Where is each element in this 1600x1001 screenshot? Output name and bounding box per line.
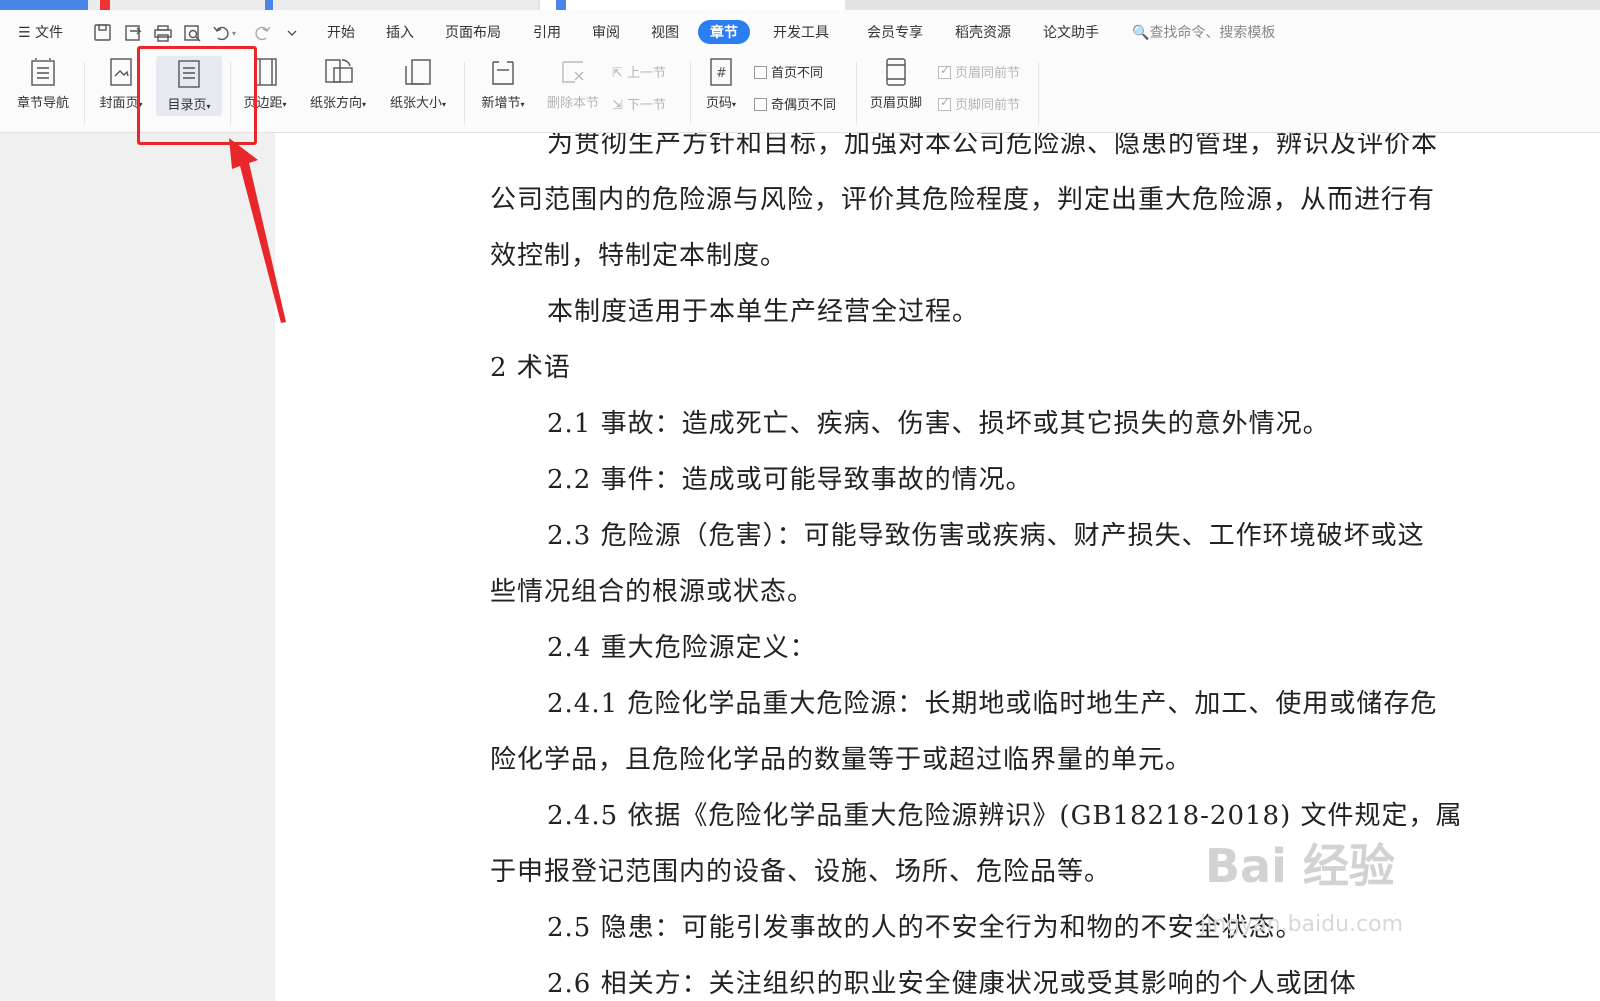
tab-review[interactable]: 审阅: [592, 22, 620, 42]
odd-even-different-checkbox[interactable]: 奇偶页不同: [754, 94, 836, 113]
search-icon: 🔍: [1132, 25, 1150, 41]
tab-docer-resources[interactable]: 稻壳资源: [955, 22, 1011, 42]
paper-size-button[interactable]: 纸张大小▾: [382, 56, 454, 111]
checkbox-icon: [938, 63, 951, 79]
header-footer-icon: [886, 58, 906, 86]
svg-text:#: #: [716, 66, 727, 81]
divider: [690, 62, 691, 124]
annotation-arrow-icon: [229, 138, 286, 323]
tab-view[interactable]: 视图: [651, 22, 679, 42]
divider: [856, 62, 857, 124]
paragraph-line: 2.5 隐患：可能引发事故的人的不安全行为和物的不安全状态。: [547, 913, 1303, 943]
paragraph-line: 2.3 危险源（危害）：可能导致伤害或疾病、财产损失、工作环境破坏或这: [547, 521, 1425, 551]
paragraph-line: 为贯彻生产方针和目标，加强对本公司危险源、隐患的管理，辨识及评价本: [547, 133, 1439, 159]
divider: [1038, 62, 1039, 124]
prev-section-button[interactable]: ⇱ 上一节: [612, 62, 666, 81]
tab-start[interactable]: 开始: [327, 22, 355, 42]
document-page[interactable]: 为贯彻生产方针和目标，加强对本公司危险源、隐患的管理，辨识及评价本 公司范围内的…: [275, 133, 1600, 1001]
checkbox-icon: [938, 95, 951, 111]
paragraph-line: 效控制，特制定本制度。: [490, 241, 788, 271]
paragraph-line: 公司范围内的危险源与风险，评价其危险程度，判定出重大危险源，从而进行有: [490, 185, 1436, 215]
tab-chapter[interactable]: 章节: [698, 20, 750, 44]
watermark-logo: Bai 经验: [1205, 839, 1395, 893]
delete-section-button[interactable]: 删除本节: [540, 56, 606, 111]
paragraph-line: 险化学品，且危险化学品的数量等于或超过临界量的单元。: [490, 745, 1193, 775]
first-page-different-checkbox[interactable]: 首页不同: [754, 62, 823, 81]
paragraph-line: 2.2 事件：造成或可能导致事故的情况。: [547, 465, 1033, 495]
paper-size-icon: [405, 59, 431, 85]
orientation-icon: [325, 59, 353, 83]
delete-section-icon: [562, 61, 584, 83]
paragraph-line: 2.4.1 危险化学品重大危险源：长期地或临时地生产、加工、使用或储存危: [547, 689, 1438, 719]
new-section-icon: [492, 61, 514, 85]
tab-references[interactable]: 引用: [533, 22, 561, 42]
page-number-button[interactable]: # 页码▾: [696, 56, 746, 111]
paragraph-line: 2.1 事故：造成死亡、疾病、伤害、损坏或其它损失的意外情况。: [547, 409, 1330, 439]
header-same-as-previous-checkbox[interactable]: 页眉同前节: [938, 62, 1020, 81]
paragraph-line: 本制度适用于本单生产经营全过程。: [547, 297, 980, 327]
paragraph-line: 2.4.5 依据《危险化学品重大危险源辨识》(GB18218-2018) 文件规…: [547, 801, 1463, 831]
tab-doc-icon: [556, 0, 566, 10]
next-section-icon: ⇲: [612, 98, 623, 113]
tab-segment-active[interactable]: [540, 0, 845, 10]
paragraph-line: 些情况组合的根源或状态。: [490, 577, 815, 607]
tab-member-exclusive[interactable]: 会员专享: [867, 22, 923, 42]
command-search[interactable]: 🔍查找命令、搜索模板: [1132, 22, 1275, 42]
page-number-icon: #: [710, 58, 732, 86]
paragraph-line: 于申报登记范围内的设备、设施、场所、危险品等。: [490, 857, 1112, 887]
footer-same-as-previous-checkbox[interactable]: 页脚同前节: [938, 94, 1020, 113]
paragraph-line: 2.4 重大危险源定义：: [547, 633, 817, 663]
checkbox-icon: [754, 98, 767, 111]
tab-developer-tools[interactable]: 开发工具: [773, 22, 829, 42]
checkbox-icon: [754, 66, 767, 79]
tab-page-layout[interactable]: 页面布局: [445, 22, 501, 42]
header-footer-button[interactable]: 页眉页脚: [864, 56, 928, 111]
divider: [464, 62, 465, 124]
tab-thesis-assistant[interactable]: 论文助手: [1043, 22, 1099, 42]
watermark-url: jingyan.baidu.com: [1200, 912, 1404, 937]
new-section-button[interactable]: 新增节▾: [472, 56, 534, 111]
next-section-button[interactable]: ⇲ 下一节: [612, 94, 666, 113]
section-heading: 2 术语: [490, 353, 571, 383]
tab-insert[interactable]: 插入: [386, 22, 414, 42]
prev-section-icon: ⇱: [612, 66, 623, 81]
paragraph-line: 2.6 相关方：关注组织的职业安全健康状况或受其影响的个人或团体: [547, 969, 1357, 999]
